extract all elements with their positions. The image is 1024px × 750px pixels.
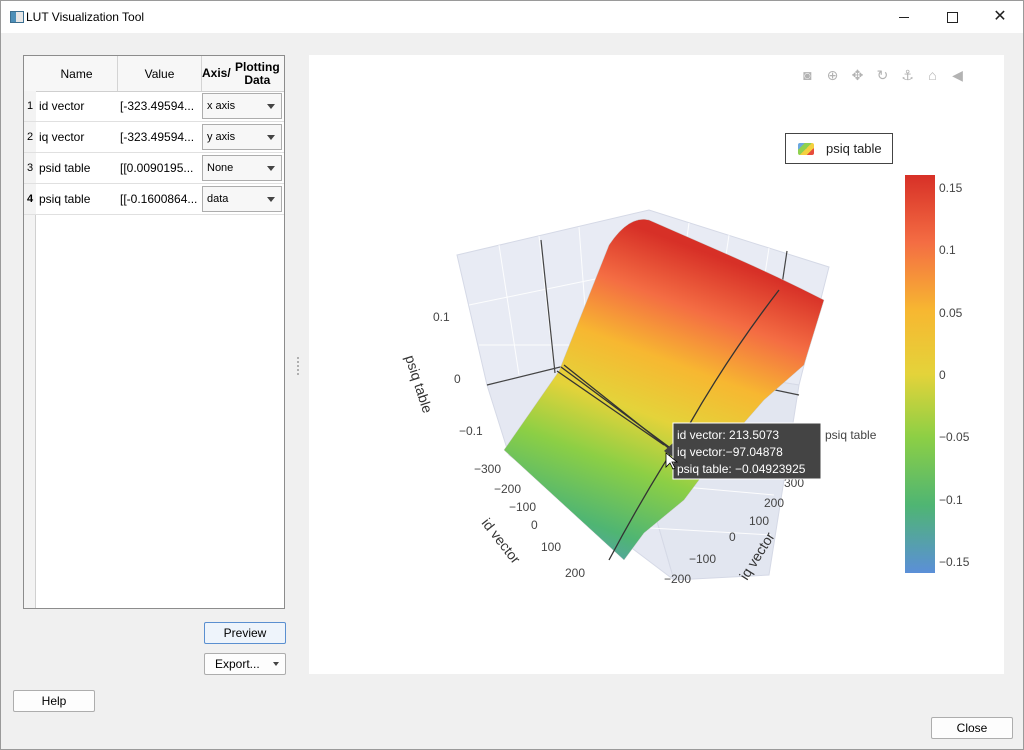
column-header-axis-line2: Plotting Data [235, 59, 280, 87]
row-number[interactable]: 4 [24, 184, 36, 214]
column-header-value[interactable]: Value [118, 56, 202, 91]
row-number[interactable]: 1 [24, 91, 36, 121]
hover-trace-name: psiq table [825, 428, 877, 442]
hover-tooltip: id vector: 213.5073 iq vector:−97.04878 … [664, 422, 877, 480]
table-row[interactable]: 2 iq vector [-323.49594... y axis [24, 122, 284, 153]
surface-legend-icon [798, 143, 814, 155]
cell-name[interactable]: id vector [39, 91, 117, 121]
y-tick: −200 [664, 572, 691, 586]
row-number[interactable]: 3 [24, 153, 36, 183]
turntable-rotation-icon[interactable]: ⚓ [899, 67, 916, 84]
toggle-hover-icon[interactable]: ◀ [949, 67, 966, 84]
help-button[interactable]: Help [13, 690, 95, 712]
plot-legend[interactable]: psiq table [785, 133, 893, 164]
close-button[interactable]: Close [931, 717, 1013, 739]
hover-line-psiq: psiq table: −0.04923925 [677, 462, 806, 476]
z-axis-label: psiq table [402, 353, 436, 415]
colorbar-tick: −0.05 [939, 430, 970, 444]
role-dropdown-value: y axis [207, 131, 236, 143]
app-icon [10, 11, 24, 23]
home-icon[interactable]: ⌂ [924, 67, 941, 84]
cell-name[interactable]: iq vector [39, 122, 117, 152]
export-button[interactable]: Export... [204, 653, 286, 675]
colorbar-tick: 0.15 [939, 181, 963, 195]
role-dropdown-value: None [207, 162, 234, 174]
role-dropdown[interactable]: y axis [202, 124, 282, 150]
z-tick: 0.1 [433, 310, 450, 324]
x-tick: −100 [509, 500, 536, 514]
y-tick: 200 [764, 496, 784, 510]
x-axis-label: id vector [479, 515, 524, 567]
splitter-handle[interactable] [297, 357, 299, 375]
table-header: Name Value Axis/ Plotting Data [24, 56, 284, 92]
surface-plot[interactable]: 0.1 0 −0.1 psiq table −300 −200 −100 0 1… [309, 55, 1004, 674]
chevron-down-icon [273, 662, 279, 666]
orbit-rotation-icon[interactable]: ↻ [874, 67, 891, 84]
y-tick: 0 [729, 530, 736, 544]
z-tick: −0.1 [459, 424, 483, 438]
x-tick: 0 [531, 518, 538, 532]
chevron-down-icon [267, 166, 275, 171]
column-header-name[interactable]: Name [36, 56, 118, 91]
colorbar: 0.15 0.1 0.05 0 −0.05 −0.1 −0.15 [905, 175, 970, 573]
table-row[interactable]: 3 psid table [[0.0090195... None [24, 153, 284, 184]
hover-line-iq: iq vector:−97.04878 [677, 445, 783, 459]
export-button-label: Export... [215, 657, 260, 671]
x-tick: 100 [541, 540, 561, 554]
colorbar-tick: −0.1 [939, 493, 963, 507]
app-window: LUT Visualization Tool ✕ Name Value Axis… [0, 0, 1024, 750]
cell-value[interactable]: [-323.49594... [120, 122, 200, 152]
colorbar-tick: 0.1 [939, 243, 956, 257]
cell-name[interactable]: psid table [39, 153, 117, 183]
maximize-icon [946, 11, 958, 23]
role-dropdown-value: data [207, 193, 229, 205]
colorbar-tick: −0.15 [939, 555, 970, 569]
legend-label: psiq table [826, 141, 882, 156]
zoom-icon[interactable]: ⊕ [824, 67, 841, 84]
role-dropdown[interactable]: None [202, 155, 282, 181]
z-tick: 0 [454, 372, 461, 386]
close-icon: ✕ [993, 8, 1007, 25]
camera-icon[interactable]: ◙ [799, 67, 816, 84]
colorbar-tick: 0 [939, 368, 946, 382]
minimize-button[interactable] [881, 1, 927, 33]
plot-modebar: ◙ ⊕ ✥ ↻ ⚓ ⌂ ◀ [799, 67, 966, 85]
cell-value[interactable]: [[0.0090195... [120, 153, 200, 183]
window-title: LUT Visualization Tool [26, 10, 145, 24]
colorbar-gradient [905, 175, 935, 573]
hover-line-id: id vector: 213.5073 [677, 428, 779, 442]
pan-icon[interactable]: ✥ [849, 67, 866, 84]
chevron-down-icon [267, 197, 275, 202]
cell-value[interactable]: [[-0.1600864... [120, 184, 200, 214]
cell-value[interactable]: [-323.49594... [120, 91, 200, 121]
colorbar-tick: 0.05 [939, 306, 963, 320]
title-bar[interactable]: LUT Visualization Tool ✕ [1, 1, 1023, 33]
x-tick: −200 [494, 482, 521, 496]
column-header-axis[interactable]: Axis/ Plotting Data [202, 56, 284, 91]
minimize-icon [899, 16, 909, 18]
role-dropdown[interactable]: x axis [202, 93, 282, 119]
role-dropdown-value: x axis [207, 100, 236, 112]
role-dropdown[interactable]: data [202, 186, 282, 212]
cell-name[interactable]: psiq table [39, 184, 117, 214]
y-tick: 100 [749, 514, 769, 528]
y-tick: −100 [689, 552, 716, 566]
x-tick: 200 [565, 566, 585, 580]
preview-button[interactable]: Preview [204, 622, 286, 644]
chevron-down-icon [267, 135, 275, 140]
variables-table[interactable]: Name Value Axis/ Plotting Data 1 id vect… [23, 55, 285, 609]
close-window-button[interactable]: ✕ [977, 1, 1023, 33]
z-axis: 0.1 0 −0.1 psiq table [402, 310, 483, 438]
table-row[interactable]: 1 id vector [-323.49594... x axis [24, 91, 284, 122]
row-number[interactable]: 2 [24, 122, 36, 152]
column-header-axis-line1: Axis/ [202, 66, 231, 80]
maximize-button[interactable] [929, 1, 975, 33]
x-tick: −300 [474, 462, 501, 476]
plot-area[interactable]: 0.1 0 −0.1 psiq table −300 −200 −100 0 1… [309, 55, 1004, 674]
chevron-down-icon [267, 104, 275, 109]
table-row[interactable]: 4 psiq table [[-0.1600864... data [24, 184, 284, 215]
